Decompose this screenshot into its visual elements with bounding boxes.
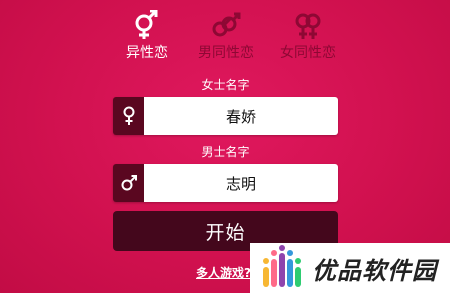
male-name-label: 男士名字 <box>201 145 250 159</box>
watermark: 优品软件园 <box>250 243 450 293</box>
watermark-logo-icon <box>263 245 301 287</box>
female-name-input[interactable] <box>144 97 338 135</box>
tab-label: 男同性恋 <box>198 45 254 61</box>
orientation-tabs: 异性恋 男同性恋 女同性恋 <box>0 10 450 70</box>
tab-heterosexual[interactable]: 异性恋 <box>102 10 192 70</box>
multiplayer-link[interactable]: 多人游戏? <box>196 266 251 280</box>
female-name-row <box>113 97 338 135</box>
watermark-text: 优品软件园 <box>312 256 437 285</box>
female-symbol-icon <box>113 97 144 135</box>
male-symbol-icon <box>113 164 144 202</box>
tab-gay-male[interactable]: 男同性恋 <box>181 10 271 70</box>
hetero-symbol-icon <box>135 10 158 39</box>
female-female-symbol-icon <box>295 13 321 39</box>
male-male-symbol-icon <box>212 12 241 37</box>
female-name-label: 女士名字 <box>201 78 250 92</box>
tab-lesbian[interactable]: 女同性恋 <box>263 10 353 70</box>
male-name-input[interactable] <box>144 164 338 202</box>
male-name-row <box>113 164 338 202</box>
tab-label: 女同性恋 <box>280 45 336 61</box>
tab-label: 异性恋 <box>126 45 168 61</box>
